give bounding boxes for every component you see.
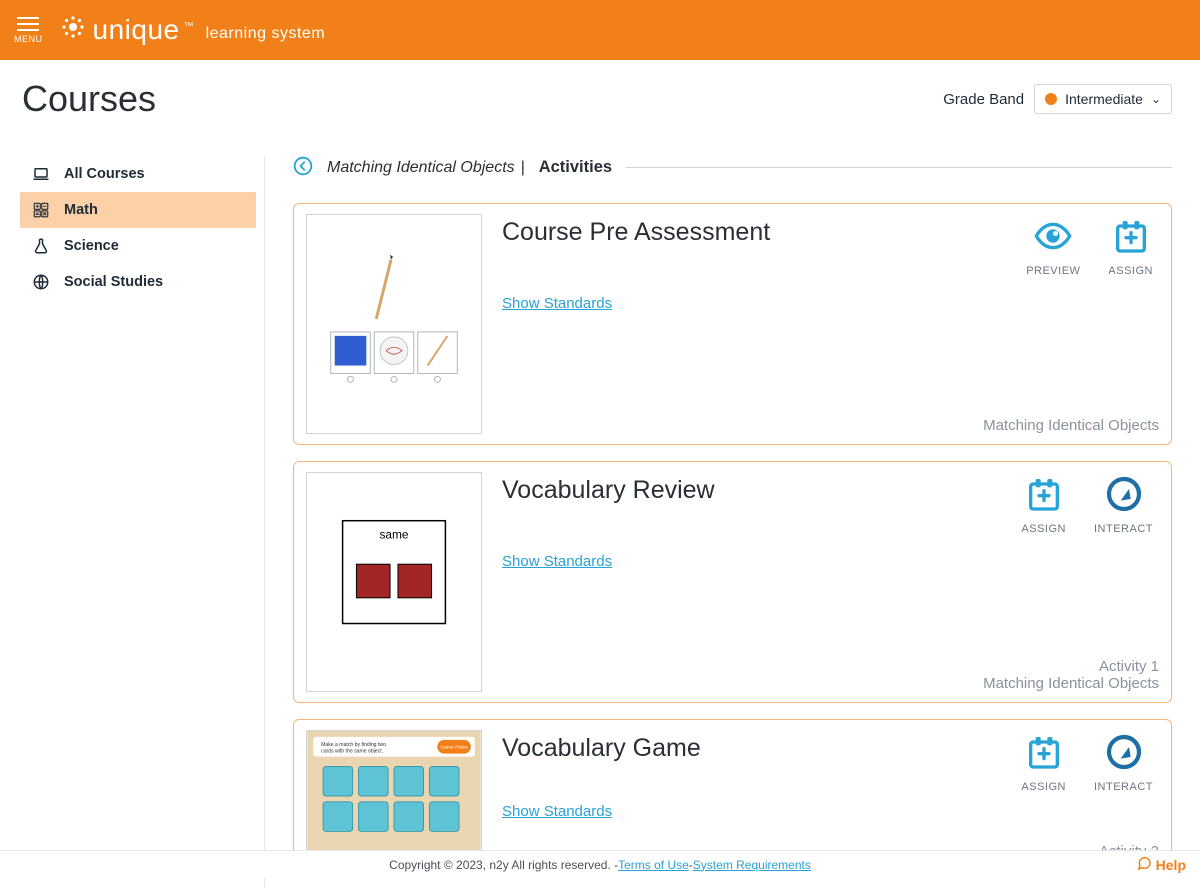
breadcrumb-divider	[626, 167, 1172, 168]
action-label: ASSIGN	[1108, 265, 1153, 277]
activity-course-name: Matching Identical Objects	[502, 417, 1159, 434]
grade-band-value: Intermediate	[1065, 91, 1143, 107]
interact-button[interactable]: INTERACT	[1094, 474, 1153, 535]
footer-copyright: Copyright © 2023, n2y All rights reserve…	[389, 858, 618, 872]
interact-icon	[1104, 732, 1144, 775]
math-grid-icon	[32, 201, 50, 219]
assign-button[interactable]: ASSIGN	[1021, 732, 1066, 793]
page-title: Courses	[22, 78, 156, 120]
chevron-down-icon: ⌄	[1151, 92, 1161, 106]
calendar-plus-icon	[1111, 216, 1151, 259]
grade-band-control: Grade Band Intermediate ⌄	[943, 84, 1172, 114]
menu-button[interactable]: MENU	[14, 17, 43, 44]
show-standards-link[interactable]: Show Standards	[502, 803, 1159, 820]
svg-text:Game Rules: Game Rules	[440, 745, 468, 751]
sidebar-item-all-courses[interactable]: All Courses	[20, 156, 256, 192]
breadcrumb-current: Activities	[539, 158, 612, 177]
sidebar-item-label: Social Studies	[64, 274, 163, 290]
activity-thumbnail[interactable]	[306, 214, 482, 434]
show-standards-link[interactable]: Show Standards	[502, 553, 1159, 570]
hamburger-icon	[17, 17, 39, 31]
globe-icon	[32, 273, 50, 291]
brand-mark-icon	[61, 15, 85, 39]
assign-button[interactable]: ASSIGN	[1021, 474, 1066, 535]
calendar-plus-icon	[1024, 732, 1064, 775]
activity-number: Activity 1	[502, 658, 1159, 675]
activity-card: Course Pre Assessment Show Standards Mat…	[293, 203, 1172, 445]
activity-card: same Vocabulary Review Show Standards Ac…	[293, 461, 1172, 703]
sidebar-item-label: All Courses	[64, 166, 145, 182]
svg-text:Make a match by finding two: Make a match by finding two	[321, 742, 386, 748]
preview-button[interactable]: PREVIEW	[1026, 216, 1080, 277]
action-label: ASSIGN	[1021, 523, 1066, 535]
brand-logo: unique ™ learning system	[61, 14, 326, 46]
flask-icon	[32, 237, 50, 255]
activity-thumbnail[interactable]: same	[306, 472, 482, 692]
action-label: INTERACT	[1094, 523, 1153, 535]
laptop-icon	[32, 165, 50, 183]
interact-icon	[1104, 474, 1144, 517]
svg-text:cards with the same object.: cards with the same object.	[321, 749, 383, 755]
footer: Copyright © 2023, n2y All rights reserve…	[0, 850, 1200, 878]
sidebar-item-social-studies[interactable]: Social Studies	[20, 264, 256, 300]
sidebar-item-science[interactable]: Science	[20, 228, 256, 264]
app-header: MENU unique ™ learning system	[0, 0, 1200, 60]
eye-icon	[1033, 216, 1073, 259]
grade-band-dot-icon	[1045, 93, 1057, 105]
footer-sysreq-link[interactable]: System Requirements	[693, 858, 811, 872]
sidebar-item-label: Math	[64, 202, 98, 218]
calendar-plus-icon	[1024, 474, 1064, 517]
action-label: ASSIGN	[1021, 781, 1066, 793]
breadcrumb: Matching Identical Objects | Activities	[293, 156, 1172, 179]
activity-course-name: Matching Identical Objects	[502, 675, 1159, 692]
sidebar-item-math[interactable]: Math	[20, 192, 256, 228]
activity-card: Make a match by finding two cards with t…	[293, 719, 1172, 871]
help-label: Help	[1156, 857, 1186, 873]
grade-band-select[interactable]: Intermediate ⌄	[1034, 84, 1172, 114]
brand-subtitle: learning system	[206, 25, 326, 43]
help-button[interactable]: Help	[1136, 855, 1186, 874]
action-label: PREVIEW	[1026, 265, 1080, 277]
show-standards-link[interactable]: Show Standards	[502, 295, 1159, 312]
chat-icon	[1136, 855, 1152, 874]
sidebar: All Courses Math Science Social Studies	[0, 156, 265, 887]
interact-button[interactable]: INTERACT	[1094, 732, 1153, 793]
assign-button[interactable]: ASSIGN	[1108, 216, 1153, 277]
main-content: Matching Identical Objects | Activities	[265, 156, 1200, 887]
title-row: Courses Grade Band Intermediate ⌄	[0, 60, 1200, 126]
footer-terms-link[interactable]: Terms of Use	[618, 858, 689, 872]
breadcrumb-parent: Matching Identical Objects |	[327, 159, 525, 177]
brand-word: unique	[93, 14, 180, 46]
svg-text:same: same	[380, 528, 409, 542]
grade-band-label: Grade Band	[943, 91, 1024, 108]
activity-thumbnail[interactable]: Make a match by finding two cards with t…	[306, 730, 482, 860]
back-button[interactable]	[293, 156, 313, 179]
menu-button-label: MENU	[14, 34, 43, 44]
sidebar-item-label: Science	[64, 238, 119, 254]
action-label: INTERACT	[1094, 781, 1153, 793]
brand-tm: ™	[184, 21, 194, 32]
